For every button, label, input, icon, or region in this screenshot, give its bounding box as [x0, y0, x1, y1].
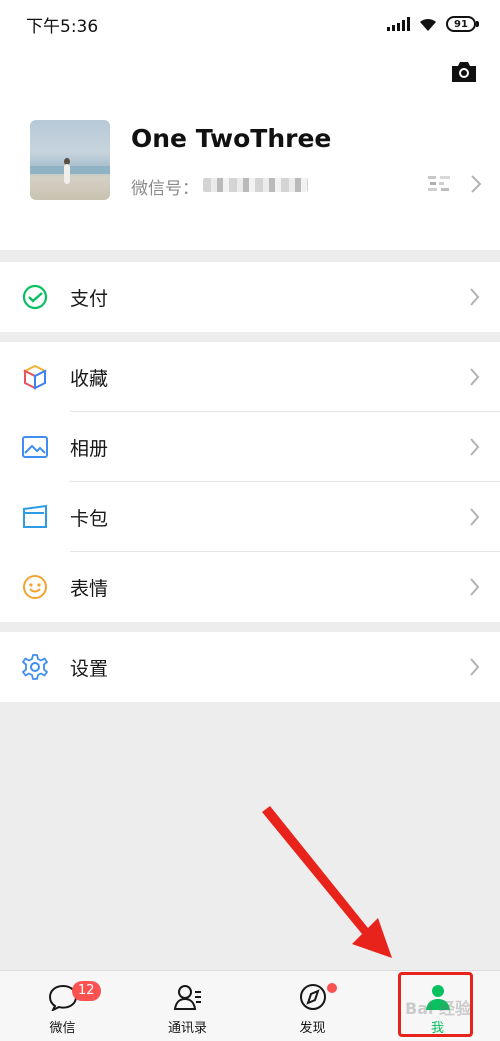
unread-badge: 12 [72, 981, 101, 1001]
menu-item-stickers[interactable]: 表情 [0, 552, 500, 622]
card-wallet-icon [23, 504, 47, 528]
menu-label-cards: 卡包 [70, 507, 109, 530]
gear-icon [22, 654, 48, 680]
menu-item-settings[interactable]: 设置 [0, 632, 500, 702]
cube-icon [22, 364, 48, 390]
wechat-id-label: 微信号： [131, 179, 199, 199]
pay-check-icon [22, 284, 48, 310]
avatar[interactable] [30, 120, 110, 200]
camera-icon[interactable] [450, 60, 478, 84]
tab-label-discover: 发现 [299, 1021, 326, 1036]
battery-icon: 91 [446, 16, 479, 32]
tab-label-contacts: 通讯录 [167, 1021, 207, 1036]
compass-icon [299, 984, 326, 1010]
chevron-right-icon [470, 368, 480, 386]
menu-label-pay: 支付 [70, 287, 109, 310]
new-dot-badge [327, 983, 337, 993]
profile-header[interactable]: One TwoThree 微信号： [0, 48, 500, 250]
chevron-right-icon [470, 288, 480, 306]
menu-section-main: 收藏 相册 卡包 表情 [0, 342, 500, 622]
tab-contacts[interactable]: 通讯录 [125, 971, 250, 1041]
wechat-id-blurred [203, 178, 308, 192]
signal-icon [387, 17, 410, 31]
tab-discover[interactable]: 发现 [250, 971, 375, 1041]
battery-level: 91 [454, 18, 468, 30]
menu-item-cards[interactable]: 卡包 [0, 482, 500, 552]
menu-label-settings: 设置 [70, 657, 109, 680]
menu-label-album: 相册 [70, 437, 109, 460]
chevron-right-icon [470, 658, 480, 676]
menu-item-album[interactable]: 相册 [0, 412, 500, 482]
menu-label-favorites: 收藏 [70, 367, 109, 390]
contacts-icon [173, 985, 201, 1010]
status-bar: 下午5:36 91 [0, 0, 500, 48]
menu-item-pay[interactable]: 支付 [0, 262, 500, 332]
watermark: Bai 经验 [405, 999, 472, 1018]
status-icons: 91 [387, 16, 479, 32]
status-time: 下午5:36 [26, 16, 99, 37]
tab-chats[interactable]: 12 微信 [0, 971, 125, 1041]
qr-code-icon[interactable] [428, 176, 450, 192]
tab-label-chats: 微信 [49, 1021, 76, 1036]
chevron-right-icon [471, 175, 482, 193]
menu-label-stickers: 表情 [70, 577, 109, 600]
menu-section-pay: 支付 [0, 262, 500, 332]
picture-icon [22, 436, 48, 458]
menu-item-favorites[interactable]: 收藏 [0, 342, 500, 412]
chevron-right-icon [470, 508, 480, 526]
chevron-right-icon [470, 438, 480, 456]
profile-name: One TwoThree [131, 124, 332, 153]
tab-label-me: 我 [430, 1021, 444, 1036]
smiley-icon [23, 575, 47, 599]
menu-section-settings: 设置 [0, 632, 500, 702]
wifi-icon [420, 18, 436, 31]
chevron-right-icon [470, 578, 480, 596]
